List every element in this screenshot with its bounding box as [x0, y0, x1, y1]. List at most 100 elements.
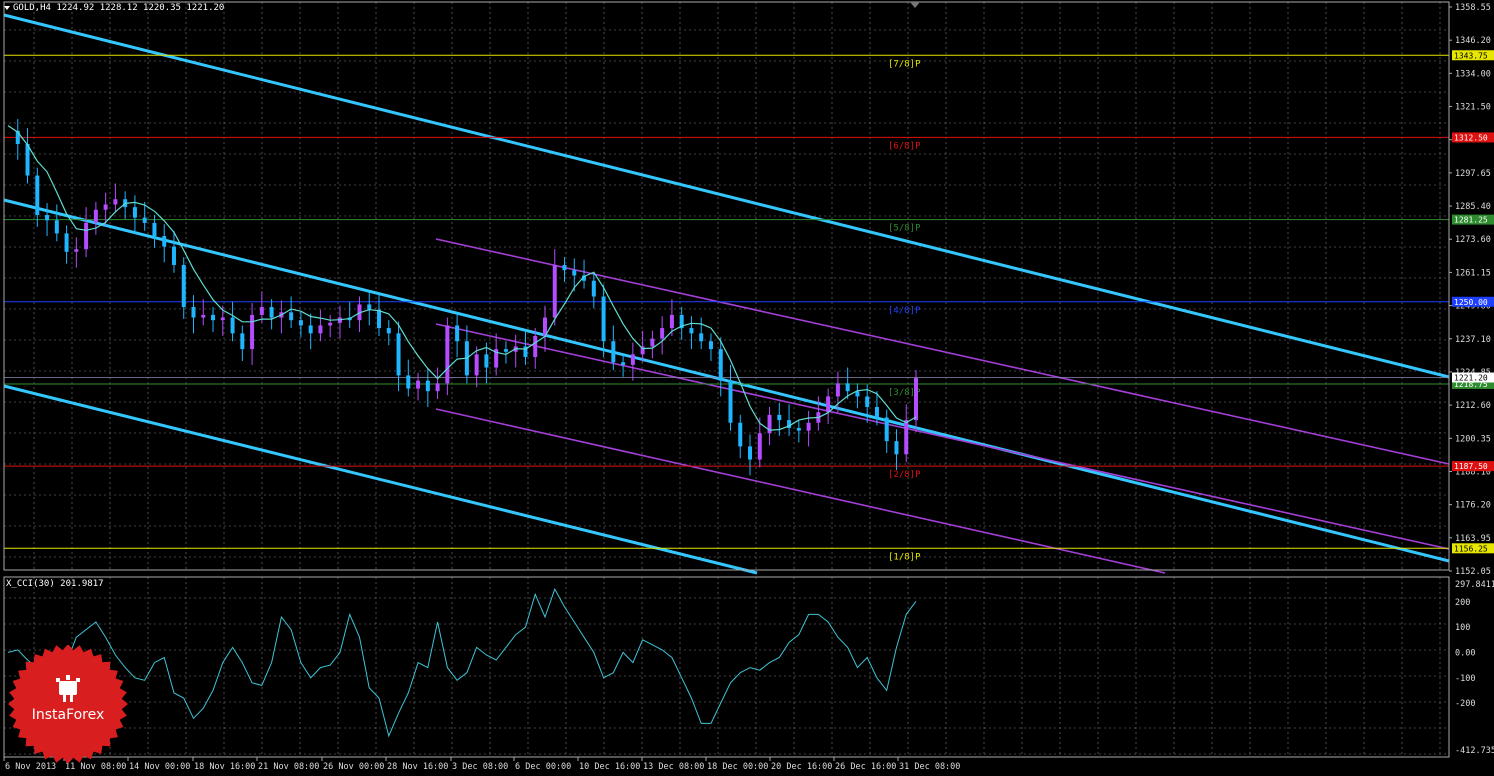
- candle-body: [211, 314, 216, 321]
- candle-body: [171, 246, 176, 265]
- time-axis[interactable]: 6 Nov 2013 11 Nov 08:00 14 Nov 00:00 18 Nov…: [3, 757, 960, 772]
- murrey-level-label: [6/8]P: [888, 141, 921, 151]
- candle-body: [308, 325, 313, 334]
- logo-text: InstaForex: [31, 707, 105, 723]
- price-axis-label: 1358.55: [1455, 3, 1491, 13]
- murrey-level-label: [4/8]P: [888, 306, 921, 316]
- price-axis-label: 1273.60: [1455, 235, 1491, 245]
- cci-axis-label: 297.8411: [1455, 580, 1494, 590]
- channel-line-inner: [435, 238, 1450, 465]
- candle-body: [630, 354, 635, 365]
- main-panel-frame: [3, 1, 1450, 571]
- indicator-header[interactable]: X_CCI(30) 201.9817: [6, 579, 104, 589]
- candle-body: [64, 233, 69, 252]
- candle-body: [591, 280, 596, 297]
- candle-body: [132, 207, 137, 218]
- price-axis-label: 1200.35: [1455, 434, 1491, 444]
- candle-body: [162, 236, 167, 247]
- regression-channels[interactable]: [3, 13, 1450, 575]
- candle-body: [220, 317, 225, 321]
- level-price-tag-text: 1343.75: [1454, 51, 1488, 60]
- price-axis-label: 1261.15: [1455, 268, 1491, 278]
- candle-body: [93, 209, 98, 223]
- candle-body: [796, 428, 801, 431]
- symbol-header[interactable]: GOLD,H4 1224.92 1228.12 1220.35 1221.20: [4, 3, 224, 13]
- candle-body: [611, 341, 616, 363]
- candle-body: [425, 380, 430, 392]
- candle-body: [35, 175, 40, 215]
- candle-body: [718, 349, 723, 381]
- time-axis-label: 28 Nov 16:00: [387, 762, 448, 772]
- time-axis-label: 6 Dec 00:00: [515, 762, 571, 772]
- candle-body: [250, 314, 255, 350]
- price-axis-label: 1297.65: [1455, 169, 1491, 179]
- murrey-level-label: [5/8]P: [888, 224, 921, 234]
- murrey-level-label: [2/8]P: [888, 470, 921, 480]
- time-axis-label: 18 Nov 16:00: [194, 762, 255, 772]
- cci-axis[interactable]: 297.8411 200 100 0.00 -100 -200 -412.7351: [1455, 580, 1494, 756]
- level-price-tag-text: 1281.25: [1454, 216, 1488, 225]
- channel-line-outer: [3, 384, 758, 575]
- candle-body: [806, 422, 811, 431]
- candle-body: [865, 396, 870, 407]
- price-axis[interactable]: 1358.551346.201334.001321.501309.901297.…: [1449, 3, 1491, 577]
- candle-body: [318, 325, 323, 334]
- candle-body: [298, 320, 303, 326]
- candle-body: [884, 417, 889, 442]
- candle-body: [914, 378, 918, 421]
- chart-window[interactable]: [7/8]P [6/8]P [5/8]P [4/8]P [3/8]P [2/8]P [1/8…: [0, 0, 1494, 773]
- chart-canvas[interactable]: [7/8]P[6/8]P[5/8]P[4/8]P[3/8]P[2/8]P[1/8…: [0, 0, 1494, 773]
- candle-body: [845, 383, 850, 392]
- murrey-level-label: [7/8]P: [888, 59, 921, 69]
- price-axis-label: 1285.40: [1455, 202, 1491, 212]
- candle-body: [416, 380, 421, 389]
- candle-body: [152, 222, 157, 237]
- time-axis-label: 20 Dec 16:00: [771, 762, 832, 772]
- candle-body: [650, 338, 655, 347]
- cci-axis-label: -412.7351: [1455, 746, 1494, 756]
- price-axis-label: 1176.20: [1455, 501, 1491, 511]
- candle-body: [660, 328, 665, 339]
- candle-body: [835, 383, 840, 397]
- cci-axis-label: 0.00: [1455, 648, 1475, 658]
- channel-line-outer: [3, 13, 1450, 379]
- candle-body: [181, 264, 186, 308]
- candle-body: [455, 325, 460, 342]
- time-axis-label: 6 Nov 2013: [5, 762, 56, 772]
- candle-body: [84, 222, 89, 250]
- cci-axis-label: 200: [1455, 598, 1470, 608]
- candle-body: [669, 314, 674, 329]
- candle-body: [259, 307, 264, 315]
- level-price-tags: 1343.751312.501281.251250.001218.751187.…: [1452, 50, 1494, 554]
- time-axis-label: 21 Nov 08:00: [258, 762, 319, 772]
- dropdown-triangle-icon[interactable]: [4, 5, 10, 10]
- cci-line: [7, 587, 917, 738]
- time-axis-label: 26 Dec 16:00: [835, 762, 896, 772]
- candle-body: [748, 446, 753, 460]
- price-axis-label: 1334.00: [1455, 69, 1491, 79]
- logo-star-badge: [8, 644, 128, 764]
- candle-body: [377, 309, 382, 329]
- candle-body: [328, 322, 333, 326]
- candle-body: [396, 333, 401, 376]
- candle-body: [367, 304, 372, 310]
- candle-body: [201, 314, 206, 318]
- shift-marker-icon: [910, 2, 920, 8]
- price-axis-label: 1237.10: [1455, 335, 1491, 345]
- candle-body: [45, 215, 50, 221]
- time-axis-label: 31 Dec 08:00: [899, 762, 960, 772]
- time-axis-label: 18 Dec 00:00: [707, 762, 768, 772]
- cci-axis-label: 100: [1455, 623, 1470, 633]
- time-axis-label: 11 Nov 08:00: [65, 762, 126, 772]
- candle-body: [386, 328, 391, 334]
- cci-indicator: [7, 587, 917, 738]
- candle-body: [894, 441, 899, 455]
- channel-line-inner: [435, 323, 1450, 550]
- candle-body: [103, 204, 108, 210]
- candle-body: [25, 144, 30, 176]
- candle-body: [738, 422, 743, 447]
- candle-body: [289, 312, 294, 321]
- level-price-tag-text: 1312.50: [1454, 133, 1488, 142]
- candle-body: [113, 199, 118, 205]
- candle-body: [474, 354, 479, 376]
